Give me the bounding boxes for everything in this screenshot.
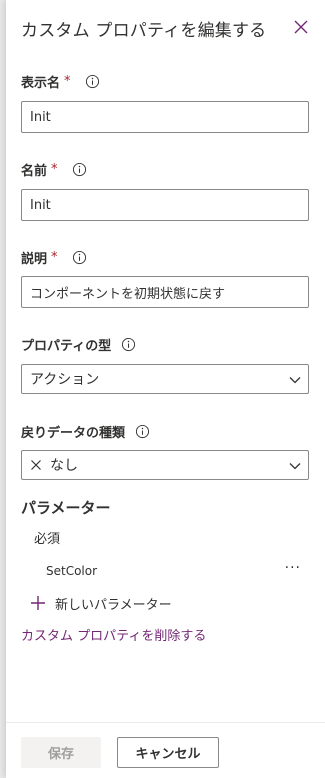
display-name-input[interactable]: Init <box>21 101 309 133</box>
display-name-label: 表示名 * <box>21 72 100 91</box>
info-icon[interactable] <box>72 162 87 177</box>
new-parameter-label: 新しいパラメーター <box>55 597 172 613</box>
required-mark: * <box>51 162 58 177</box>
required-parameters-label: 必須 <box>34 532 61 547</box>
cancel-button[interactable]: キャンセル <box>117 737 219 768</box>
return-type-dropdown[interactable]: なし <box>21 450 309 480</box>
new-parameter-button[interactable]: 新しいパラメーター <box>30 592 172 614</box>
chevron-down-icon <box>289 463 301 470</box>
name-label-text: 名前 <box>21 164 48 179</box>
plus-icon <box>31 596 45 610</box>
none-x-icon <box>31 460 41 470</box>
info-icon[interactable] <box>85 74 100 89</box>
name-input[interactable]: Init <box>21 189 309 221</box>
save-button[interactable]: 保存 <box>21 737 101 768</box>
panel-header: カスタム プロパティを編集する <box>21 14 313 44</box>
parameter-name: SetColor <box>46 564 98 578</box>
property-type-selected: アクション <box>30 372 100 388</box>
required-mark: * <box>64 74 71 89</box>
info-icon[interactable] <box>121 337 136 352</box>
panel-title: カスタム プロパティを編集する <box>21 21 267 41</box>
property-type-label-text: プロパティの型 <box>21 339 112 354</box>
chevron-down-icon <box>289 377 301 384</box>
more-options-button[interactable]: ··· <box>285 560 301 576</box>
delete-custom-property-link[interactable]: カスタム プロパティを削除する <box>21 625 206 644</box>
edit-custom-property-panel: カスタム プロパティを編集する 表示名 * Init 名前 * Init 説明 … <box>6 0 325 778</box>
footer-divider <box>6 722 325 723</box>
description-label: 説明 * <box>21 248 87 267</box>
close-button[interactable] <box>291 17 311 37</box>
return-type-label: 戻りデータの種類 <box>21 422 150 441</box>
required-mark: * <box>51 250 58 265</box>
close-icon <box>294 20 308 34</box>
property-type-label: プロパティの型 <box>21 335 136 354</box>
description-input[interactable]: コンポーネントを初期状態に戻す <box>21 276 309 308</box>
name-label: 名前 * <box>21 160 87 179</box>
parameter-row[interactable]: SetColor ··· <box>21 556 311 584</box>
property-type-dropdown[interactable]: アクション <box>21 364 309 394</box>
parameters-title: パラメーター <box>21 499 111 517</box>
display-name-label-text: 表示名 <box>21 76 61 91</box>
description-label-text: 説明 <box>21 252 48 267</box>
info-icon[interactable] <box>72 250 87 265</box>
return-type-label-text: 戻りデータの種類 <box>21 426 126 441</box>
info-icon[interactable] <box>135 424 150 439</box>
return-type-selected: なし <box>50 458 78 474</box>
